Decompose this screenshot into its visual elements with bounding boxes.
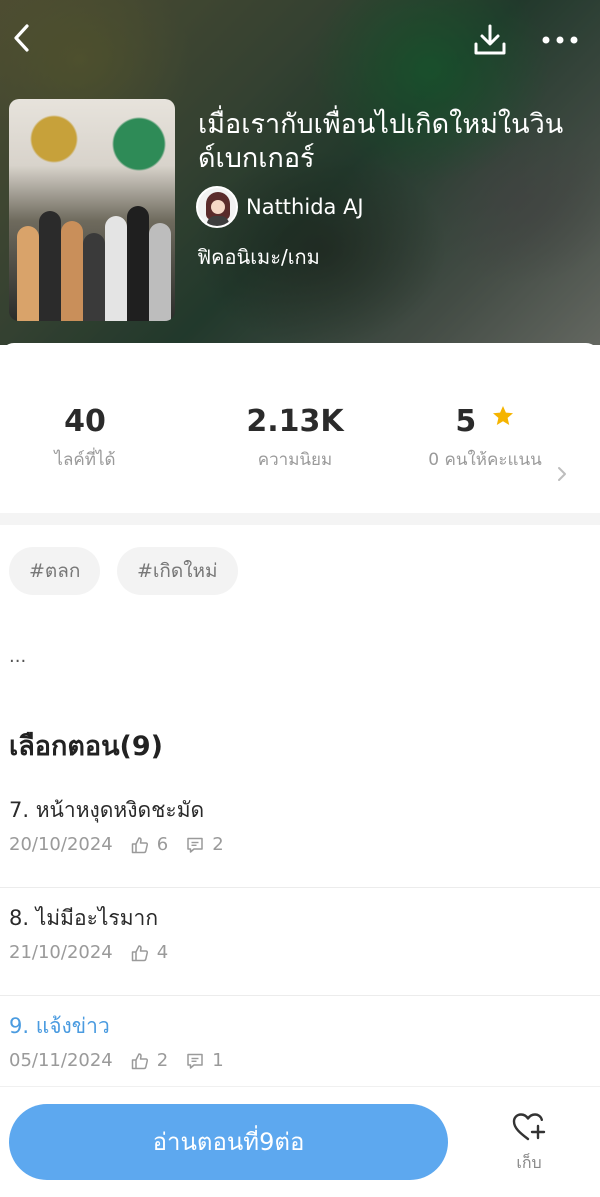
episode-title: 8. ไม่มีอะไรมาก	[9, 906, 159, 930]
download-icon	[474, 24, 506, 55]
star-icon	[492, 406, 513, 425]
thumbs-up-icon	[131, 1052, 149, 1070]
more-dots-icon	[542, 36, 578, 44]
episode-likes: 6	[156, 834, 169, 855]
episode-date: 20/10/2024	[9, 834, 113, 855]
stat-popularity: 2.13K ความนิยม	[210, 403, 380, 471]
episodes-heading: เลือกตอน(9)	[9, 731, 164, 762]
episode-meta: 20/10/2024 6 2	[9, 834, 242, 855]
stats-card: 40 ไลค์ที่ได้ 2.13K ความนิยม 5 0 คนให้คะ…	[0, 343, 600, 513]
more-button[interactable]	[538, 22, 582, 58]
book-genre[interactable]: ฟิคอนิเมะ/เกม	[197, 241, 320, 273]
stat-rating[interactable]: 5 0 คนให้คะแนน	[420, 403, 550, 471]
rating-label: 0 คนให้คะแนน	[428, 450, 542, 470]
continue-reading-button[interactable]: อ่านตอนที่9ต่อ	[9, 1104, 448, 1180]
description[interactable]: ...	[9, 646, 26, 667]
episode-comments: 2	[212, 834, 224, 855]
popularity-count: 2.13K	[246, 404, 344, 439]
author-name: Natthida AJ	[246, 195, 364, 219]
episode-title: 9. แจ้งข่าว	[9, 1014, 110, 1038]
episode-item[interactable]: 8. ไม่มีอะไรมาก 21/10/2024 4	[0, 888, 600, 996]
comment-icon	[186, 836, 204, 854]
book-header: เมื่อเรากับเพื่อนไปเกิดใหม่ในวินด์เบกเกอ…	[0, 0, 600, 345]
episode-meta: 21/10/2024 4	[9, 942, 186, 963]
collect-button[interactable]: เก็บ	[505, 1111, 553, 1176]
download-button[interactable]	[470, 20, 510, 60]
thumbs-up-icon	[131, 944, 149, 962]
book-cover[interactable]	[9, 99, 175, 321]
comment-icon	[186, 1052, 204, 1070]
avatar	[196, 186, 238, 228]
likes-count: 40	[64, 404, 106, 439]
rating-value: 5	[455, 404, 477, 439]
author[interactable]: Natthida AJ	[196, 186, 364, 228]
tag-chip[interactable]: #ตลก	[9, 547, 101, 595]
section-divider	[0, 513, 600, 525]
heart-plus-icon	[512, 1113, 546, 1141]
tag-chip[interactable]: #เกิดใหม่	[117, 547, 238, 595]
stat-likes: 40 ไลค์ที่ได้	[0, 403, 170, 471]
episode-meta: 05/11/2024 2 1	[9, 1050, 242, 1071]
bottom-action-bar: อ่านตอนที่9ต่อ เก็บ	[0, 1086, 600, 1197]
episode-likes: 4	[156, 942, 169, 963]
collect-label: เก็บ	[516, 1153, 542, 1172]
chevron-left-icon	[14, 24, 29, 52]
likes-label: ไลค์ที่ได้	[54, 450, 116, 470]
thumbs-up-icon	[131, 836, 149, 854]
episode-date: 21/10/2024	[9, 942, 113, 963]
back-button[interactable]	[4, 20, 40, 56]
popularity-label: ความนิยม	[257, 450, 333, 470]
episode-title: 7. หน้าหงุดหงิดชะมัด	[9, 798, 205, 822]
episode-likes: 2	[156, 1050, 169, 1071]
episode-comments: 1	[212, 1050, 224, 1071]
episode-item[interactable]: 7. หน้าหงุดหงิดชะมัด 20/10/2024 6 2	[0, 780, 600, 888]
chevron-right-icon[interactable]	[556, 465, 568, 483]
episode-date: 05/11/2024	[9, 1050, 113, 1071]
book-title: เมื่อเรากับเพื่อนไปเกิดใหม่ในวินด์เบกเกอ…	[198, 109, 564, 174]
